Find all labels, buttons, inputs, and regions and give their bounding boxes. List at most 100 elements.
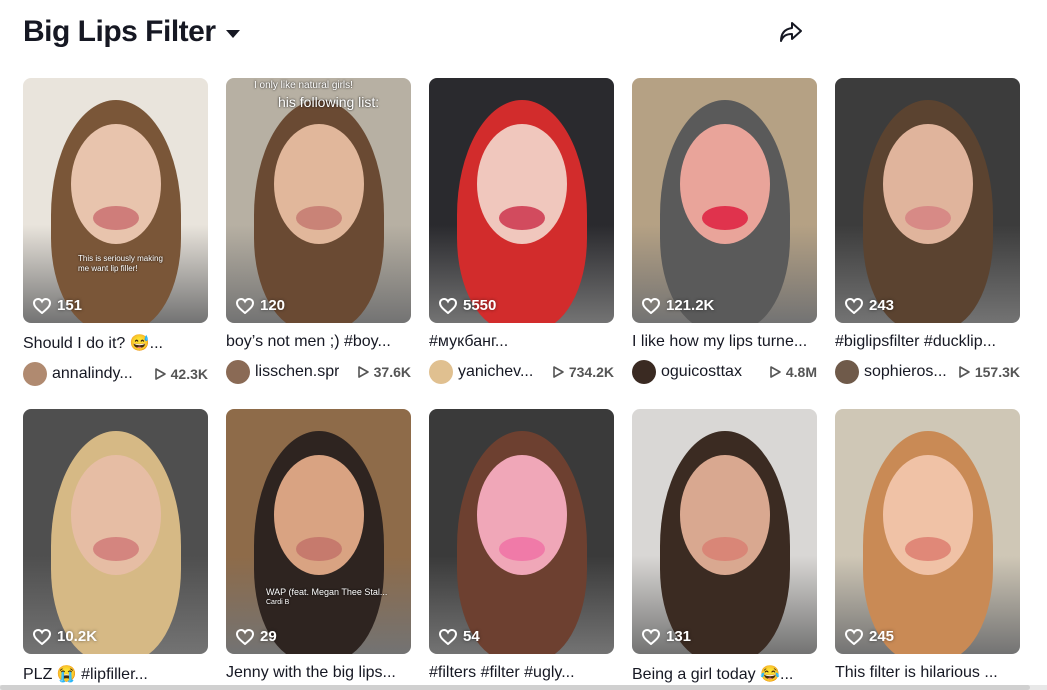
video-overlay-text: his following list: bbox=[278, 94, 380, 110]
video-card[interactable]: 10.2K PLZ 😭 #lipfiller... bbox=[23, 409, 208, 684]
avatar[interactable] bbox=[632, 360, 656, 384]
video-card[interactable]: 245 This filter is hilarious ... bbox=[835, 409, 1020, 682]
view-count-value: 37.6K bbox=[373, 364, 411, 380]
video-overlay-text: me want lip filler! bbox=[78, 264, 138, 273]
like-count: 54 bbox=[439, 628, 480, 645]
horizontal-scrollbar[interactable] bbox=[0, 685, 1047, 690]
video-thumbnail[interactable]: 243 bbox=[835, 78, 1020, 323]
author-name[interactable]: sophieros... bbox=[864, 363, 947, 381]
chevron-down-icon[interactable] bbox=[225, 30, 240, 38]
play-icon bbox=[154, 368, 166, 380]
video-thumbnail[interactable]: I only like natural girls! his following … bbox=[226, 78, 411, 323]
like-count: 5550 bbox=[439, 297, 496, 314]
like-count: 29 bbox=[236, 628, 277, 645]
like-count: 243 bbox=[845, 297, 894, 314]
video-caption[interactable]: PLZ 😭 #lipfiller... bbox=[23, 664, 208, 684]
video-card[interactable]: 54 #filters #filter #ugly... bbox=[429, 409, 614, 682]
heart-icon bbox=[33, 628, 51, 645]
play-icon bbox=[553, 366, 564, 378]
like-count: 120 bbox=[236, 297, 285, 314]
heart-icon bbox=[642, 297, 660, 314]
video-thumbnail[interactable]: 10.2K bbox=[23, 409, 208, 654]
page-title: Big Lips Filter bbox=[23, 15, 216, 48]
video-caption[interactable]: boy’s not men ;) #boy... bbox=[226, 333, 411, 351]
author-name[interactable]: oguicosttax bbox=[661, 363, 742, 381]
avatar[interactable] bbox=[429, 360, 453, 384]
view-count-value: 4.8M bbox=[785, 364, 817, 380]
video-caption[interactable]: Being a girl today 😂... bbox=[632, 664, 817, 684]
like-count-value: 5550 bbox=[463, 297, 497, 314]
view-count-value: 157.3K bbox=[974, 364, 1020, 380]
like-count: 121.2K bbox=[642, 297, 714, 314]
video-caption[interactable]: I like how my lips turne... bbox=[632, 333, 817, 351]
video-card[interactable]: 121.2K I like how my lips turne... oguicos… bbox=[632, 78, 817, 384]
video-thumbnail[interactable]: 131 bbox=[632, 409, 817, 654]
page-header: Big Lips Filter bbox=[23, 10, 240, 54]
video-thumbnail[interactable]: This is seriously making me want lip fill… bbox=[23, 78, 208, 323]
video-overlay-text: I only like natural girls! bbox=[254, 80, 353, 91]
view-count-value: 734.2K bbox=[568, 364, 614, 380]
video-meta: sophieros... 157.3K bbox=[835, 360, 1020, 384]
heart-icon bbox=[642, 628, 660, 645]
view-count: 157.3K bbox=[957, 364, 1020, 380]
heart-icon bbox=[33, 297, 51, 314]
thumbnail-lips bbox=[296, 206, 342, 230]
video-thumbnail[interactable]: 5550 bbox=[429, 78, 614, 323]
video-overlay-text: WAP (feat. Megan Thee Stal... bbox=[266, 587, 388, 597]
view-count: 734.2K bbox=[551, 364, 614, 380]
scrollbar-thumb[interactable] bbox=[0, 685, 1030, 690]
like-count-value: 120 bbox=[260, 297, 286, 314]
video-card[interactable]: WAP (feat. Megan Thee Stal... Cardi B 29 Je… bbox=[226, 409, 411, 682]
like-count-value: 151 bbox=[57, 297, 83, 314]
heart-icon bbox=[236, 297, 254, 314]
video-thumbnail[interactable]: WAP (feat. Megan Thee Stal... Cardi B 29 bbox=[226, 409, 411, 654]
like-count-value: 243 bbox=[869, 297, 895, 314]
thumbnail-lips bbox=[296, 537, 342, 561]
video-card[interactable]: I only like natural girls! his following … bbox=[226, 78, 411, 384]
video-overlay-text: Cardi B bbox=[266, 599, 290, 606]
video-thumbnail[interactable]: 121.2K bbox=[632, 78, 817, 323]
view-count: 42.3K bbox=[153, 366, 208, 382]
author-name[interactable]: yanichev... bbox=[458, 363, 533, 381]
author-name[interactable]: lisschen.spr bbox=[255, 363, 339, 381]
play-icon bbox=[770, 366, 781, 378]
like-count-value: 54 bbox=[463, 628, 480, 645]
play-icon bbox=[357, 366, 369, 378]
thumbnail-lips bbox=[93, 537, 139, 561]
like-count: 10.2K bbox=[33, 628, 97, 645]
video-caption[interactable]: This filter is hilarious ... bbox=[835, 664, 1020, 682]
video-caption[interactable]: Should I do it? 😅... bbox=[23, 333, 208, 353]
author-name[interactable]: annalindy... bbox=[52, 365, 133, 383]
video-caption[interactable]: #мукбанг... bbox=[429, 333, 614, 351]
like-count-value: 29 bbox=[260, 628, 277, 645]
video-thumbnail[interactable]: 245 bbox=[835, 409, 1020, 654]
video-overlay-text: This is seriously making bbox=[78, 254, 163, 263]
like-count-value: 245 bbox=[869, 628, 895, 645]
video-meta: annalindy... 42.3K bbox=[23, 362, 208, 386]
heart-icon bbox=[236, 628, 254, 645]
avatar[interactable] bbox=[835, 360, 859, 384]
video-meta: oguicosttax 4.8M bbox=[632, 360, 817, 384]
heart-icon bbox=[845, 628, 863, 645]
thumbnail-lips bbox=[905, 206, 951, 230]
thumbnail-lips bbox=[702, 206, 748, 230]
thumbnail-lips bbox=[499, 537, 545, 561]
video-thumbnail[interactable]: 54 bbox=[429, 409, 614, 654]
view-count-value: 42.3K bbox=[170, 366, 208, 382]
heart-icon bbox=[439, 297, 457, 314]
heart-icon bbox=[439, 628, 457, 645]
heart-icon bbox=[845, 297, 863, 314]
like-count: 245 bbox=[845, 628, 894, 645]
video-caption[interactable]: #filters #filter #ugly... bbox=[429, 664, 614, 682]
video-caption[interactable]: #biglipsfilter #ducklip... bbox=[835, 333, 1020, 351]
video-card[interactable]: 243 #biglipsfilter #ducklip... sophieros..… bbox=[835, 78, 1020, 384]
thumbnail-lips bbox=[905, 537, 951, 561]
avatar[interactable] bbox=[23, 362, 47, 386]
video-card[interactable]: This is seriously making me want lip fill… bbox=[23, 78, 208, 386]
share-icon[interactable] bbox=[777, 18, 805, 46]
video-caption[interactable]: Jenny with the big lips... bbox=[226, 664, 411, 682]
avatar[interactable] bbox=[226, 360, 250, 384]
like-count: 151 bbox=[33, 297, 82, 314]
video-card[interactable]: 5550 #мукбанг... yanichev... 734.2K bbox=[429, 78, 614, 384]
video-card[interactable]: 131 Being a girl today 😂... bbox=[632, 409, 817, 684]
